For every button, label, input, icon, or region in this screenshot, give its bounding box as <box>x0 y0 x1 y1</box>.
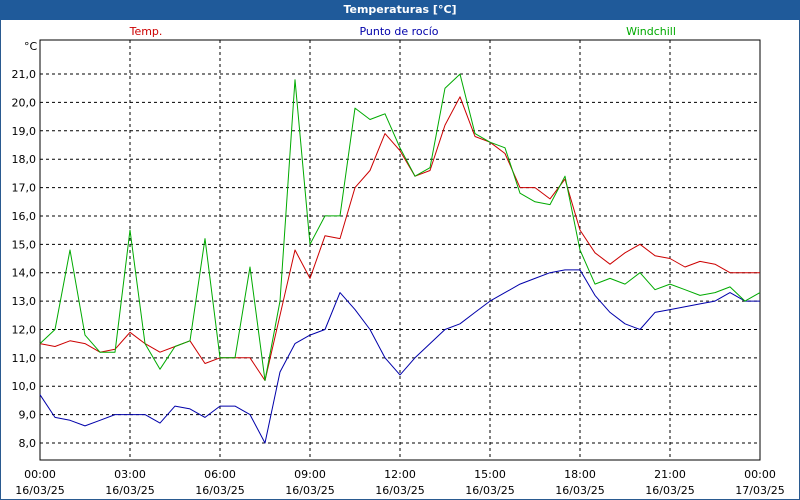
x-tick-date: 16/03/25 <box>15 484 64 497</box>
temperature-chart: 8,0 9,0 10,0 11,0 12,0 13,0 14,0 15,0 16,0 17,0 18… <box>12 25 785 497</box>
y-tick-label: 13,0 <box>12 295 37 308</box>
x-tick-time: 06:00 <box>204 468 236 481</box>
x-tick-time: 21:00 <box>654 468 686 481</box>
legend: Temp. Punto de rocío Windchill <box>129 25 676 38</box>
x-tick-time: 18:00 <box>564 468 596 481</box>
y-tick-label: 10,0 <box>12 380 37 393</box>
x-tick-time: 00:00 <box>744 468 776 481</box>
y-tick-label: 19,0 <box>12 125 37 138</box>
x-tick-time: 09:00 <box>294 468 326 481</box>
x-tick-date: 16/03/25 <box>555 484 604 497</box>
legend-item: Temp. <box>129 25 163 38</box>
legend-item: Windchill <box>626 25 676 38</box>
y-axis: 8,0 9,0 10,0 11,0 12,0 13,0 14,0 15,0 16,0 17,0 18… <box>12 68 37 450</box>
x-tick-date: 16/03/25 <box>105 484 154 497</box>
x-axis: 00:00 16/03/25 03:00 16/03/25 06:00 16/03/25 0… <box>15 468 784 497</box>
y-tick-label: 18,0 <box>12 153 37 166</box>
y-tick-label: 17,0 <box>12 182 37 195</box>
y-tick-label: 12,0 <box>12 323 37 336</box>
grid <box>39 40 761 460</box>
y-tick-label: 8,0 <box>19 437 37 450</box>
y-tick-label: 14,0 <box>12 267 37 280</box>
y-tick-label: 21,0 <box>12 68 37 81</box>
y-tick-label: 20,0 <box>12 96 37 109</box>
x-tick-date: 16/03/25 <box>195 484 244 497</box>
x-tick-time: 15:00 <box>474 468 506 481</box>
x-tick-date: 16/03/25 <box>375 484 424 497</box>
x-tick-time: 03:00 <box>114 468 146 481</box>
series-line-punto-de-roc-o <box>39 269 760 444</box>
x-tick-time: 00:00 <box>24 468 56 481</box>
x-tick-date: 16/03/25 <box>465 484 514 497</box>
x-tick-date: 17/03/25 <box>735 484 784 497</box>
y-tick-label: 16,0 <box>12 210 37 223</box>
x-tick-time: 12:00 <box>384 468 416 481</box>
y-tick-label: 9,0 <box>19 409 37 422</box>
y-axis-label: °C <box>24 40 38 53</box>
y-tick-label: 11,0 <box>12 352 37 365</box>
x-tick-date: 16/03/25 <box>285 484 334 497</box>
legend-item: Punto de rocío <box>359 25 438 38</box>
x-tick-date: 16/03/25 <box>645 484 694 497</box>
y-tick-label: 15,0 <box>12 238 37 251</box>
